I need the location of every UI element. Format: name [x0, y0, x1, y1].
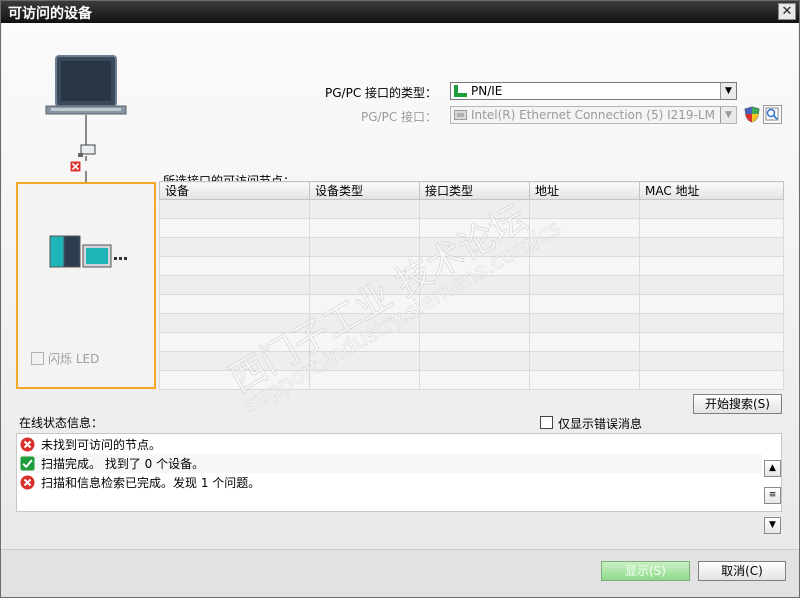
scroll-up-button[interactable]: ▲ [764, 460, 781, 477]
table-row [159, 332, 784, 352]
accessible-nodes-table: 设备 设备类型 接口类型 地址 MAC 地址 [159, 181, 784, 390]
close-button[interactable]: ✕ [778, 3, 796, 20]
display-button[interactable]: 显示(S) [601, 561, 690, 581]
flash-led-label: 闪烁 LED [48, 352, 100, 366]
status-message-text: 扫描完成。 找到了 0 个设备。 [41, 457, 205, 471]
interface-select[interactable]: Intel(R) Ethernet Connection (5) I219-LM… [450, 106, 737, 124]
column-header-address[interactable]: 地址 [529, 181, 640, 200]
online-status-label: 在线状态信息： [19, 416, 104, 430]
table-row [159, 370, 784, 390]
only-errors-label: 仅显示错误消息 [558, 417, 643, 431]
pn-ie-icon [454, 85, 467, 97]
status-message-text: 扫描和信息检索已完成。发现 1 个问题。 [41, 476, 261, 490]
scroll-down-button[interactable]: ▼ [764, 517, 781, 534]
interface-value: Intel(R) Ethernet Connection (5) I219-LM [471, 108, 715, 122]
table-row [159, 256, 784, 276]
chevron-down-icon[interactable]: ▼ [720, 83, 736, 99]
network-adapter-icon [78, 144, 96, 157]
table-row [159, 313, 784, 333]
table-row [159, 275, 784, 295]
column-header-device-type[interactable]: 设备类型 [309, 181, 420, 200]
error-icon [20, 475, 35, 490]
list-item: 扫描和信息检索已完成。发现 1 个问题。 [19, 473, 762, 492]
interface-type-select[interactable]: PN/IE ▼ [450, 82, 737, 100]
accessible-devices-dialog: 可访问的设备 ✕ PG/PC 接口的类型： PN/IE ▼ PG/PC 接口： … [0, 0, 800, 598]
chevron-down-icon[interactable]: ▼ [720, 107, 736, 123]
table-row [159, 294, 784, 314]
only-errors-checkbox[interactable] [540, 416, 553, 429]
connection-error-icon [69, 160, 82, 173]
interface-properties-button[interactable] [763, 105, 782, 124]
table-row [159, 237, 784, 257]
interface-type-value: PN/IE [471, 84, 503, 98]
status-message-text: 未找到可访问的节点。 [41, 438, 162, 452]
laptop-icon [45, 55, 127, 115]
magnifier-icon [765, 107, 779, 121]
column-header-device[interactable]: 设备 [159, 181, 310, 200]
interface-label: PG/PC 接口： [361, 110, 438, 124]
dialog-title: 可访问的设备 [8, 6, 92, 22]
table-row [159, 351, 784, 371]
success-icon [20, 456, 35, 471]
start-search-button[interactable]: 开始搜索(S) [693, 394, 782, 414]
table-row [159, 199, 784, 219]
title-bar: 可访问的设备 ✕ [1, 1, 799, 23]
list-item: 未找到可访问的节点。 [19, 435, 762, 454]
column-header-interface-type[interactable]: 接口类型 [419, 181, 530, 200]
ethernet-icon [454, 110, 467, 120]
scroll-thumb[interactable]: ≡ [764, 487, 781, 504]
status-message-list: 未找到可访问的节点。 扫描完成。 找到了 0 个设备。 扫描和信息检索已完成。发… [16, 433, 782, 534]
cancel-button[interactable]: 取消(C) [698, 561, 786, 581]
column-header-mac-address[interactable]: MAC 地址 [639, 181, 784, 200]
error-icon [20, 437, 35, 452]
table-row [159, 218, 784, 238]
interface-type-label: PG/PC 接口的类型： [325, 86, 438, 100]
table-header-row: 设备 设备类型 接口类型 地址 MAC 地址 [159, 181, 784, 200]
plc-device-icon [49, 235, 127, 268]
list-item: 扫描完成。 找到了 0 个设备。 [19, 454, 762, 473]
shield-icon[interactable] [744, 106, 760, 123]
flash-led-checkbox[interactable] [31, 352, 44, 365]
